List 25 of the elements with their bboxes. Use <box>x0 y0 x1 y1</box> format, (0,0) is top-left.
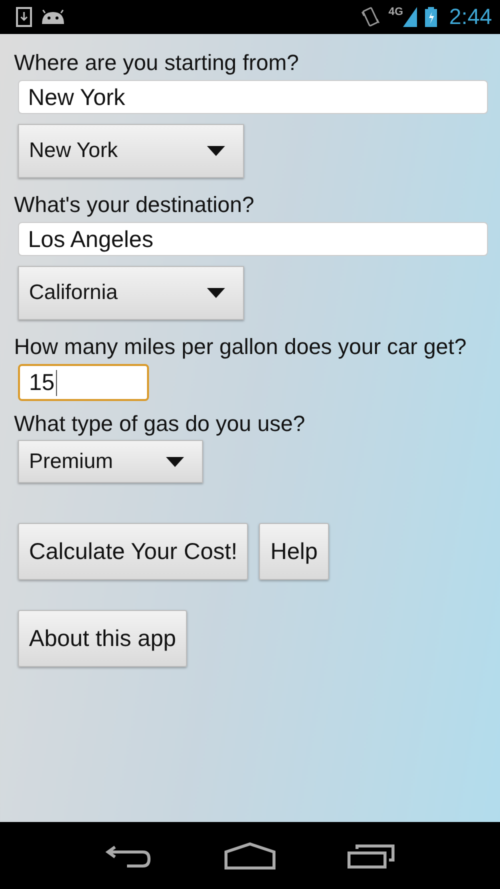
caret-icon <box>166 456 184 466</box>
download-icon <box>16 7 32 27</box>
action-button[interactable]: About this app <box>18 610 188 667</box>
robot-icon <box>40 9 66 25</box>
clock: 2:44 <box>449 4 492 30</box>
field-label: How many miles per gallon does your car get? <box>14 333 466 361</box>
text-field[interactable]: 15 <box>18 364 149 401</box>
action-button[interactable]: Help <box>259 523 329 580</box>
field-label: What type of gas do you use? <box>14 410 306 438</box>
battery-icon <box>425 7 438 27</box>
dropdown[interactable]: New York <box>18 124 244 178</box>
dropdown[interactable]: California <box>18 266 244 320</box>
text-field[interactable]: New York <box>18 80 488 114</box>
dropdown[interactable]: Premium <box>18 440 203 483</box>
caret-icon <box>207 288 225 298</box>
field-label: Where are you starting from? <box>14 49 299 77</box>
signal-icon <box>403 7 418 27</box>
action-button[interactable]: Calculate Your Cost! <box>18 523 248 580</box>
caret-icon <box>207 146 225 156</box>
recent-apps-icon[interactable] <box>346 842 395 868</box>
field-label: What's your destination? <box>14 191 254 219</box>
vibrate-icon <box>360 6 380 28</box>
text-field[interactable]: Los Angeles <box>18 222 488 256</box>
home-icon[interactable] <box>224 842 276 870</box>
network-type: 4G <box>388 6 404 18</box>
